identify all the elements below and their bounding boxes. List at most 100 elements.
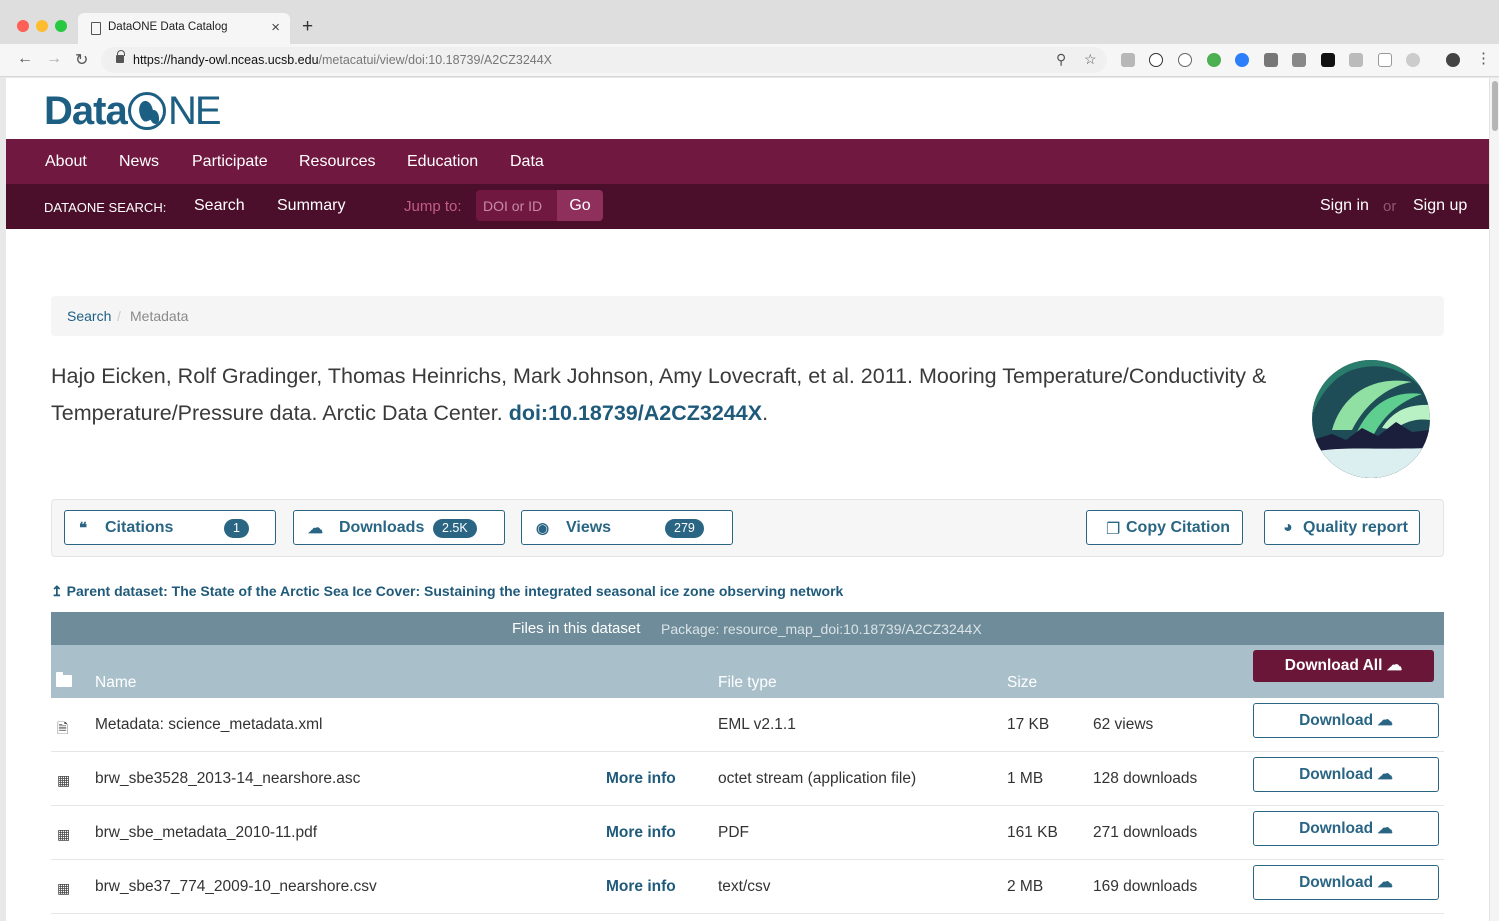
copy-icon: ❐ [1106,521,1121,538]
file-stat: 271 downloads [1093,824,1198,841]
scrollbar[interactable] [1489,78,1499,921]
or-text: or [1383,198,1397,215]
file-stat: 169 downloads [1093,878,1198,895]
file-type: octet stream (application file) [718,770,917,787]
more-info-link[interactable]: More info [606,878,676,896]
globe-icon [128,92,166,130]
extension-icon[interactable] [1321,53,1335,67]
package-id: Package: resource_map_doi:10.18739/A2CZ3… [661,621,982,637]
browser-toolbar: ← → ↻ https://handy-owl.nceas.ucsb.edu/m… [0,44,1499,77]
extension-icon[interactable] [1264,53,1278,67]
download-button[interactable]: Download ☁ [1253,757,1439,792]
file-stat: 62 views [1093,716,1154,733]
address-bar[interactable]: https://handy-owl.nceas.ucsb.edu/metacat… [101,47,1107,73]
file-name[interactable]: Metadata: science_metadata.xml [95,716,322,734]
more-info-link[interactable]: More info [606,770,676,788]
column-size: Size [1007,674,1038,691]
url-text: https://handy-owl.nceas.ucsb.edu/metacat… [133,53,553,67]
file-size: 161 KB [1007,824,1058,841]
main-nav: About News Participate Resources Educati… [6,139,1489,184]
dashboard-icon: ◕ [1283,519,1293,536]
file-size: 2 MB [1007,878,1044,895]
extension-icon[interactable] [1149,53,1163,67]
bookmark-star-icon[interactable]: ☆ [1084,51,1097,68]
table-row: ▦ brw_sbe_metadata_2010-11.pdf More info… [51,806,1444,860]
jump-to-label: Jump to: [404,198,462,215]
zoom-icon[interactable]: ⚲ [1056,51,1066,68]
page-icon [91,22,101,35]
column-name: Name [95,674,137,691]
files-column-header: Name File type Size Download All ☁ [51,645,1444,698]
citations-count-badge: 1 [224,519,249,538]
file-size: 1 MB [1007,770,1044,787]
extension-icon[interactable] [1406,53,1420,67]
cloud-download-icon: ☁ [308,520,323,537]
file-name[interactable]: brw_sbe3528_2013-14_nearshore.asc [95,770,360,788]
nav-data[interactable]: Data [510,153,544,171]
download-button[interactable]: Download ☁ [1253,703,1439,738]
breadcrumb-current: Metadata [130,308,189,324]
browser-tab[interactable]: DataONE Data Catalog × [78,13,290,44]
breadcrumb-search[interactable]: Search [67,308,111,324]
subnav-summary[interactable]: Summary [277,197,345,215]
scrollbar-thumb[interactable] [1492,81,1498,131]
tab-close-icon[interactable]: × [271,19,280,36]
window-close-button[interactable] [17,20,29,32]
search-nav: DATAONE SEARCH: Search Summary Jump to: … [6,184,1489,229]
copy-citation-button[interactable]: ❐ Copy Citation [1086,510,1243,545]
column-file-type: File type [718,674,777,691]
extension-icon[interactable] [1178,53,1192,67]
nav-participate[interactable]: Participate [192,153,268,171]
page: Data NE About News Participate Resources… [6,78,1489,921]
views-button[interactable]: ◉ Views 279 [521,510,733,545]
table-row: ▦ brw_sbe3528_2013-14_nearshore.asc More… [51,752,1444,806]
sign-in-link[interactable]: Sign in [1320,197,1369,215]
download-button[interactable]: Download ☁ [1253,811,1439,846]
table-icon: ▦ [57,880,71,896]
file-size: 17 KB [1007,716,1050,733]
window-zoom-button[interactable] [55,20,67,32]
quality-report-button[interactable]: ◕ Quality report [1264,510,1420,545]
profile-icon[interactable] [1446,53,1460,67]
extension-icon[interactable] [1292,53,1306,67]
evernote-icon[interactable] [1207,53,1221,67]
citation: Hajo Eicken, Rolf Gradinger, Thomas Hein… [51,364,1267,425]
forward-icon[interactable]: → [46,50,62,68]
nav-education[interactable]: Education [407,153,478,171]
files-table-header: Files in this dataset Package: resource_… [51,612,1444,645]
file-stat: 128 downloads [1093,770,1198,787]
window-minimize-button[interactable] [36,20,48,32]
back-icon[interactable]: ← [17,50,33,68]
views-count-badge: 279 [665,519,704,538]
nav-news[interactable]: News [119,153,159,171]
file-name[interactable]: brw_sbe37_774_2009-10_nearshore.csv [95,878,377,896]
breadcrumb-separator: / [117,308,121,324]
new-tab-button[interactable]: + [302,16,313,38]
file-type: PDF [718,824,749,841]
menu-icon[interactable]: ⋮ [1476,49,1491,67]
citations-button[interactable]: ❝ Citations 1 [64,510,276,545]
table-row: 🗎 Metadata: science_metadata.xml EML v2.… [51,698,1444,752]
sign-up-link[interactable]: Sign up [1413,197,1467,215]
search-nav-label: DATAONE SEARCH: [44,200,167,215]
table-icon: ▦ [57,826,71,842]
more-info-link[interactable]: More info [606,824,676,842]
extension-icon[interactable] [1349,53,1363,67]
file-type: EML v2.1.1 [718,716,796,733]
nav-resources[interactable]: Resources [299,153,375,171]
extension-icon[interactable] [1378,53,1392,67]
extension-icon[interactable] [1121,53,1135,67]
file-name[interactable]: brw_sbe_metadata_2010-11.pdf [95,824,317,842]
doi-link[interactable]: doi:10.18739/A2CZ3244X [509,401,762,425]
parent-dataset-link[interactable]: ↥ Parent dataset: The State of the Arcti… [51,583,843,600]
extension-icon[interactable] [1235,53,1249,67]
downloads-button[interactable]: ☁ Downloads 2.5K [293,510,505,545]
download-button[interactable]: Download ☁ [1253,865,1439,900]
eye-icon: ◉ [536,520,550,537]
nav-about[interactable]: About [45,153,87,171]
go-button[interactable]: Go [557,190,603,221]
download-all-button[interactable]: Download All ☁ [1253,650,1434,682]
reload-icon[interactable]: ↻ [75,50,88,70]
subnav-search[interactable]: Search [194,197,245,215]
doi-input[interactable] [476,190,557,221]
